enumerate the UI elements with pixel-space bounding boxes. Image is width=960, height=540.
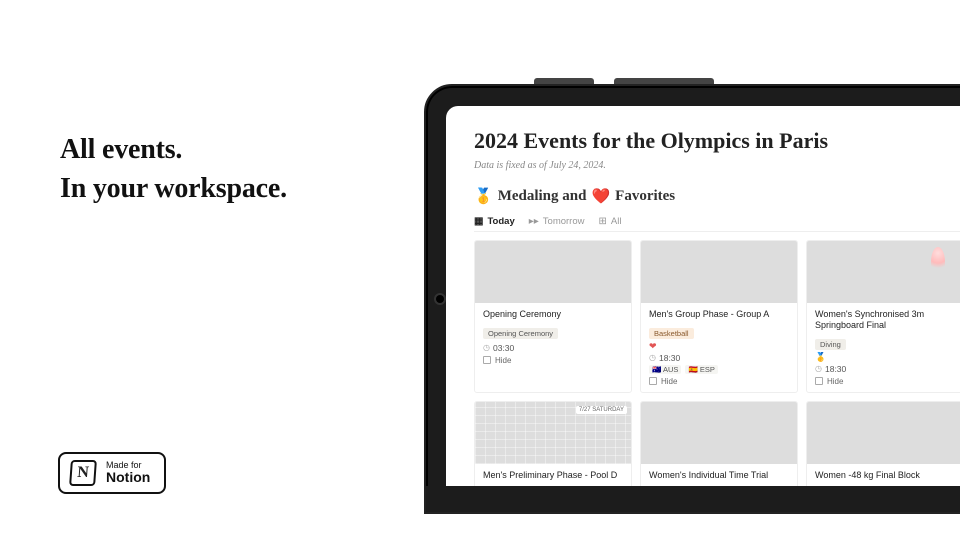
heart-icon: ❤️ <box>591 187 610 206</box>
hide-checkbox[interactable]: Hide <box>815 377 955 386</box>
ipad-camera-icon <box>436 295 444 303</box>
card-time: 18:30 <box>649 353 789 363</box>
event-card[interactable]: 7/27 SATURDAY Men's Preliminary Phase - … <box>474 401 632 486</box>
card-thumbnail <box>641 402 797 464</box>
hide-checkbox[interactable]: Hide <box>649 377 789 386</box>
event-card[interactable]: Women -48 kg Final Block Judo 🥇 23:30 <box>806 401 960 486</box>
card-title: Men's Preliminary Phase - Pool D <box>483 470 623 481</box>
flag-chip: 🇦🇺 AUS <box>649 365 681 374</box>
page-subtitle: Data is fixed as of July 24, 2024. <box>474 160 960 171</box>
card-title: Women -48 kg Final Block <box>815 470 955 481</box>
sport-pill: Diving <box>815 339 846 350</box>
made-for-notion-badge: N Made for Notion <box>58 452 166 494</box>
card-thumbnail <box>807 241 960 303</box>
card-title: Women's Synchronised 3m Springboard Fina… <box>815 309 955 331</box>
grid-icon: ⊞ <box>598 216 606 227</box>
hide-checkbox[interactable]: Hide <box>483 356 623 365</box>
headline-line-1: All events. <box>60 130 287 169</box>
forward-icon: ▸▸ <box>529 216 539 227</box>
medal-icon: 🥇 <box>815 353 955 362</box>
card-title: Women's Individual Time Trial <box>649 470 789 481</box>
gallery-icon: ▦ <box>474 216 483 227</box>
tab-label: All <box>611 216 622 227</box>
card-time: 03:30 <box>483 343 623 353</box>
card-thumbnail: 7/27 SATURDAY <box>475 402 631 464</box>
card-thumbnail <box>641 241 797 303</box>
event-card[interactable]: Women's Synchronised 3m Springboard Fina… <box>806 240 960 393</box>
page-title: 2024 Events for the Olympics in Paris <box>474 128 960 154</box>
sport-pill: Basketball <box>649 328 694 339</box>
card-flags: 🇦🇺 AUS 🇪🇸 ESP <box>649 365 789 374</box>
sport-pill: Opening Ceremony <box>483 328 558 339</box>
card-time: 18:30 <box>815 364 955 374</box>
tab-today[interactable]: ▦ Today <box>474 216 515 227</box>
ipad-device: 2024 Events for the Olympics in Paris Da… <box>424 84 960 514</box>
tab-label: Today <box>487 216 514 227</box>
notion-logo-icon: N <box>69 460 97 486</box>
event-card[interactable]: Women's Individual Time Trial Cycling Ro… <box>640 401 798 486</box>
tab-tomorrow[interactable]: ▸▸ Tomorrow <box>529 216 585 227</box>
section-title: 🥇 Medaling and ❤️ Favorites <box>474 187 960 206</box>
card-title: Men's Group Phase - Group A <box>649 309 789 320</box>
event-card[interactable]: Opening Ceremony Opening Ceremony 03:30 … <box>474 240 632 393</box>
event-card[interactable]: Men's Group Phase - Group A Basketball ❤… <box>640 240 798 393</box>
badge-big-text: Notion <box>106 470 150 485</box>
view-tabs: ▦ Today ▸▸ Tomorrow ⊞ All <box>474 216 960 232</box>
card-thumbnail <box>807 402 960 464</box>
tab-label: Tomorrow <box>543 216 585 227</box>
notion-page: 2024 Events for the Olympics in Paris Da… <box>446 106 960 486</box>
section-text-1: Medaling and <box>498 188 587 205</box>
section-text-2: Favorites <box>615 188 675 205</box>
headline-line-2: In your workspace. <box>60 169 287 208</box>
card-thumbnail <box>475 241 631 303</box>
medal-icon: 🥇 <box>474 187 493 206</box>
favorite-heart-icon: ❤ <box>649 342 789 351</box>
tab-all[interactable]: ⊞ All <box>598 216 621 227</box>
card-title: Opening Ceremony <box>483 309 623 320</box>
thumb-date-badge: 7/27 SATURDAY <box>576 406 627 414</box>
flag-chip: 🇪🇸 ESP <box>685 365 717 374</box>
marketing-headline: All events. In your workspace. <box>60 130 287 208</box>
